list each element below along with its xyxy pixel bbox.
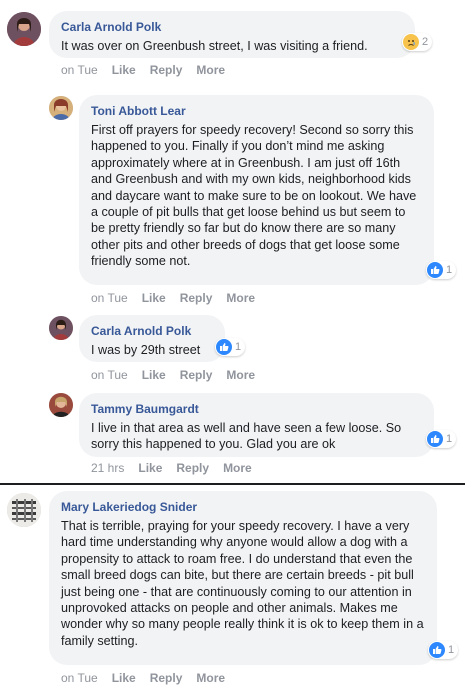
like-button[interactable]: Like bbox=[112, 671, 136, 685]
comment-actions: on Tue Like Reply More bbox=[61, 63, 239, 77]
comment-actions: on Tue Like Reply More bbox=[91, 291, 269, 305]
reaction-count[interactable]: 2 bbox=[402, 33, 433, 51]
comment-timestamp[interactable]: on Tue bbox=[61, 671, 98, 685]
avatar[interactable] bbox=[7, 493, 41, 527]
reaction-count-value: 2 bbox=[422, 36, 429, 48]
avatar[interactable] bbox=[49, 316, 73, 340]
comment-author[interactable]: Tammy Baumgardt bbox=[91, 401, 422, 417]
reply-button[interactable]: Reply bbox=[180, 291, 213, 305]
more-button[interactable]: More bbox=[196, 63, 225, 77]
like-icon bbox=[427, 431, 443, 447]
comment-timestamp[interactable]: on Tue bbox=[91, 291, 128, 305]
more-button[interactable]: More bbox=[226, 368, 255, 382]
reaction-count[interactable]: 1 bbox=[428, 641, 459, 659]
comment-text: I live in that area as well and have see… bbox=[91, 421, 402, 452]
comment-author[interactable]: Carla Arnold Polk bbox=[91, 323, 213, 339]
more-button[interactable]: More bbox=[196, 671, 225, 685]
more-button[interactable]: More bbox=[223, 461, 252, 475]
reaction-count-value: 1 bbox=[448, 644, 455, 656]
reply-button[interactable]: Reply bbox=[150, 63, 183, 77]
comment-timestamp[interactable]: on Tue bbox=[61, 63, 98, 77]
comment-bubble: Tammy Baumgardt I live in that area as w… bbox=[79, 393, 434, 457]
comment-text: It was over on Greenbush street, I was v… bbox=[61, 39, 368, 53]
reply-button[interactable]: Reply bbox=[150, 671, 183, 685]
comment-author[interactable]: Toni Abbott Lear bbox=[91, 103, 422, 119]
like-button[interactable]: Like bbox=[142, 368, 166, 382]
comment-author[interactable]: Carla Arnold Polk bbox=[61, 19, 403, 35]
reaction-count-value: 1 bbox=[446, 264, 453, 276]
comment-actions: 21 hrs Like Reply More bbox=[91, 461, 266, 475]
reaction-count-value: 1 bbox=[235, 341, 242, 353]
reply-button[interactable]: Reply bbox=[176, 461, 209, 475]
avatar[interactable] bbox=[49, 96, 73, 120]
like-icon bbox=[427, 262, 443, 278]
comment-text: First off prayers for speedy recovery! S… bbox=[91, 123, 417, 269]
like-button[interactable]: Like bbox=[112, 63, 136, 77]
reply-button[interactable]: Reply bbox=[180, 368, 213, 382]
comment-actions: on Tue Like Reply More bbox=[61, 671, 239, 685]
like-button[interactable]: Like bbox=[142, 291, 166, 305]
more-button[interactable]: More bbox=[226, 291, 255, 305]
reaction-count[interactable]: 1 bbox=[215, 338, 246, 356]
sad-face-icon bbox=[403, 34, 419, 50]
reaction-count[interactable]: 1 bbox=[426, 261, 457, 279]
comment-timestamp[interactable]: 21 hrs bbox=[91, 461, 124, 475]
like-icon bbox=[429, 642, 445, 658]
comment-author[interactable]: Mary Lakeriedog Snider bbox=[61, 499, 425, 515]
comment-bubble: Mary Lakeriedog Snider That is terrible,… bbox=[49, 491, 437, 665]
avatar[interactable] bbox=[49, 393, 73, 417]
comment-actions: on Tue Like Reply More bbox=[91, 368, 269, 382]
comment-timestamp[interactable]: on Tue bbox=[91, 368, 128, 382]
comment-text: I was by 29th street bbox=[91, 343, 201, 357]
comment-text: That is terrible, praying for your speed… bbox=[61, 519, 424, 648]
comment-bubble: Carla Arnold Polk I was by 29th street bbox=[79, 315, 225, 362]
comment-bubble: Carla Arnold Polk It was over on Greenbu… bbox=[49, 11, 415, 58]
divider bbox=[0, 483, 465, 485]
reaction-count[interactable]: 1 bbox=[426, 430, 457, 448]
reaction-count-value: 1 bbox=[446, 433, 453, 445]
like-icon bbox=[216, 339, 232, 355]
like-button[interactable]: Like bbox=[138, 461, 162, 475]
avatar[interactable] bbox=[7, 12, 41, 46]
comment-bubble: Toni Abbott Lear First off prayers for s… bbox=[79, 95, 434, 285]
